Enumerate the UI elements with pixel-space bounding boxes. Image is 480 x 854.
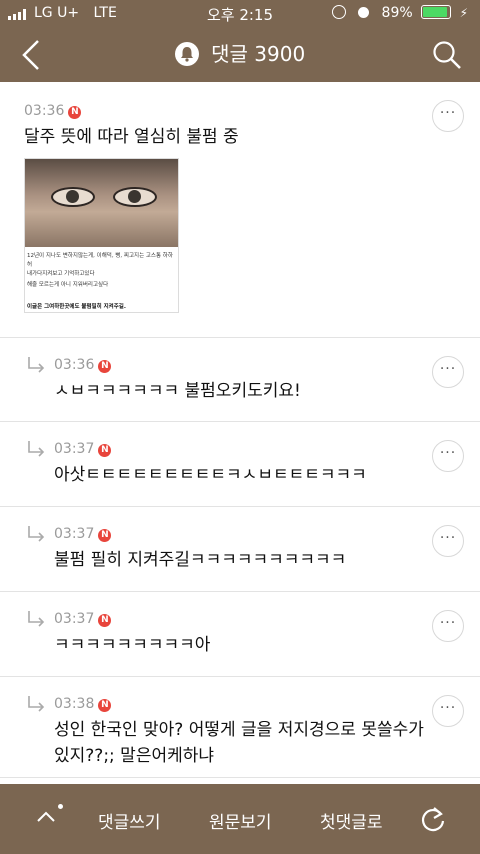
new-badge: N	[98, 444, 112, 457]
reply-item: 03:37 N 불펌 필히 지켜주길ㅋㅋㅋㅋㅋㅋㅋㅋㅋㅋ ···	[0, 507, 480, 592]
new-badge: N	[98, 360, 112, 373]
more-options-button[interactable]: ···	[432, 610, 464, 642]
comment-time: 03:37	[54, 526, 95, 542]
battery-percent: 89%	[381, 5, 413, 21]
comment-text: 달주 뜻에 따라 열심히 불펌 중	[24, 127, 239, 147]
comment-item: 03:36 N 달주 뜻에 따라 열심히 불펌 중 12년이 지나도 변하지않는게…	[0, 82, 480, 338]
first-comment-button[interactable]: 첫댓글로	[320, 808, 383, 833]
more-options-button[interactable]: ···	[432, 695, 464, 727]
comment-time: 03:38	[54, 696, 95, 712]
bottom-toolbar: 댓글쓰기 원문보기 첫댓글로	[0, 784, 480, 854]
comment-text: 아삿ㅌㅌㅌㅌㅌㅌㅌㅌㅌㅋㅅㅂㅌㅌㅌㅋㅋㅋ	[54, 465, 367, 485]
reply-item: 03:36 N ㅅㅂㅋㅋㅋㅋㅋㅋ 불펌오키도키요! ···	[0, 338, 480, 422]
search-icon[interactable]	[432, 40, 462, 70]
comment-list: 03:36 N 달주 뜻에 따라 열심히 불펌 중 12년이 지나도 변하지않는게…	[0, 82, 480, 784]
reply-item: 03:37 N ㅋㅋㅋㅋㅋㅋㅋㅋㅋ아 ···	[0, 592, 480, 677]
comment-text: ㅅㅂㅋㅋㅋㅋㅋㅋ 불펌오키도키요!	[54, 381, 301, 401]
notification-dot	[58, 804, 63, 809]
reply-item: 03:37 N 아삿ㅌㅌㅌㅌㅌㅌㅌㅌㅌㅋㅅㅂㅌㅌㅌㅋㅋㅋ ···	[0, 422, 480, 507]
write-comment-button[interactable]: 댓글쓰기	[98, 808, 161, 833]
comment-time: 03:37	[54, 611, 95, 627]
reply-arrow-icon	[28, 441, 45, 457]
more-options-button[interactable]: ···	[432, 100, 464, 132]
comment-text: 불펌 필히 지켜주길ㅋㅋㅋㅋㅋㅋㅋㅋㅋㅋ	[54, 550, 347, 570]
view-original-button[interactable]: 원문보기	[209, 808, 272, 833]
reply-arrow-icon	[28, 357, 45, 373]
bell-icon[interactable]	[174, 42, 199, 66]
more-options-button[interactable]: ···	[432, 356, 464, 388]
alarm-icon	[358, 7, 370, 18]
new-badge: N	[98, 529, 112, 542]
attachment-caption: 이글은 그여하한곳에도 불펌필히 지켜주길.	[27, 304, 126, 310]
more-options-button[interactable]: ···	[432, 525, 464, 557]
reply-arrow-icon	[28, 526, 45, 542]
comment-time: 03:36	[54, 357, 95, 373]
comment-text: ㅋㅋㅋㅋㅋㅋㅋㅋㅋ아	[54, 635, 211, 655]
refresh-icon[interactable]	[420, 805, 446, 833]
app-header: 댓글 3900	[0, 28, 480, 82]
more-options-button[interactable]: ···	[432, 440, 464, 472]
battery-icon	[421, 5, 452, 19]
eyes-photo	[25, 159, 178, 247]
comment-text: 성인 한국인 맞아? 어떻게 글을 저지경으로 못쓸수가있지??;; 말은어케하…	[54, 720, 424, 766]
rotation-lock-icon	[331, 5, 346, 19]
attachment-caption: 내가다지켜보고 기억하고있다	[27, 271, 95, 277]
status-bar: LG U+ LTE 오후 2:15 89% ⚡	[0, 0, 480, 28]
new-badge: N	[98, 614, 112, 627]
reply-item: 03:38 N 성인 한국인 맞아? 어떻게 글을 저지경으로 못쓸수가있지??;…	[0, 677, 480, 778]
attachment-caption: 해줄 모르는게 아니 지워버리고싶다	[27, 282, 109, 288]
attachment-caption: 12년이 지나도 변하지않는게, 이해덕, 뻥, 찌고지는 고스통 하하허	[27, 253, 173, 268]
comment-time: 03:37	[54, 441, 95, 457]
charging-icon: ⚡	[459, 6, 468, 20]
reply-arrow-icon	[28, 611, 45, 627]
comment-attachment-image[interactable]: 12년이 지나도 변하지않는게, 이해덕, 뻥, 찌고지는 고스통 하하허 내가…	[24, 158, 179, 313]
new-badge: N	[98, 699, 112, 712]
page-title: 댓글 3900	[211, 42, 306, 66]
comment-time: 03:36	[24, 103, 65, 119]
battery-status: 89% ⚡	[331, 5, 468, 21]
reply-arrow-icon	[28, 696, 45, 712]
new-badge: N	[68, 106, 82, 119]
scroll-up-icon[interactable]	[36, 808, 56, 824]
